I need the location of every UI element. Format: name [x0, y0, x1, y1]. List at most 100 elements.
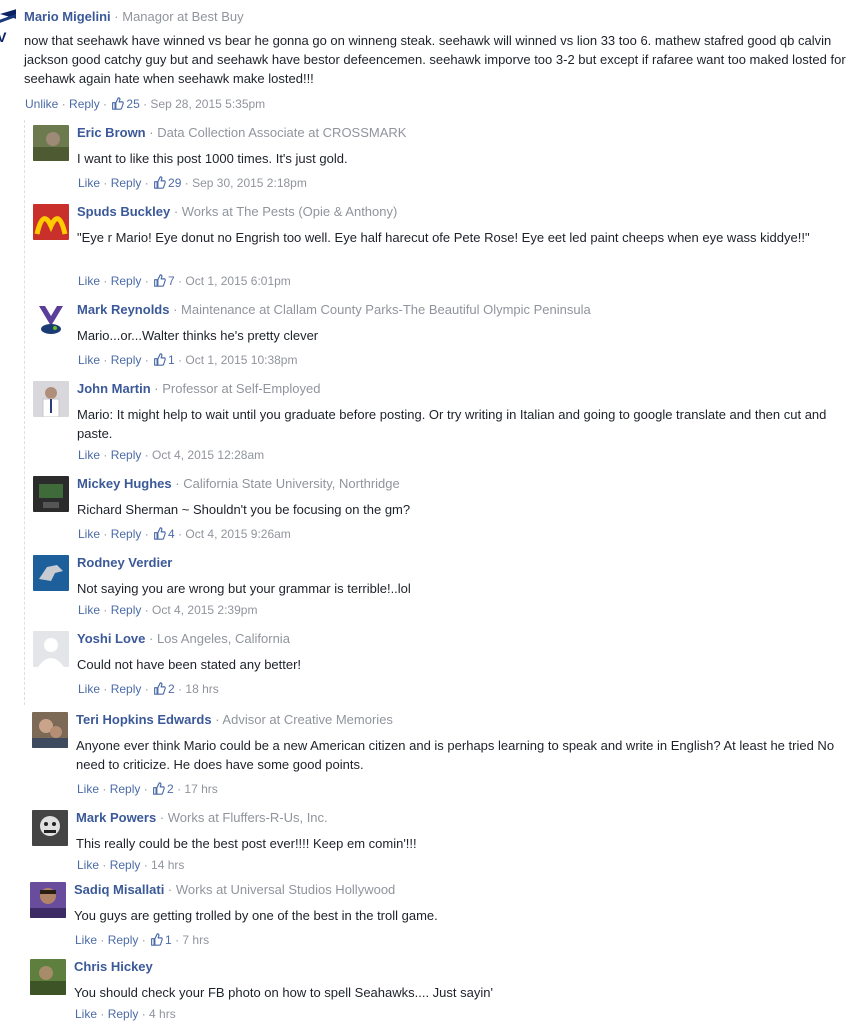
author-name[interactable]: Mario Migelini — [24, 9, 111, 24]
comment-text: Mario...or...Walter thinks he's pretty c… — [77, 328, 319, 343]
thumbs-up-icon[interactable] — [153, 527, 166, 540]
comment-text: You should check your FB photo on how to… — [74, 985, 493, 1000]
thumbs-up-icon[interactable] — [153, 176, 166, 189]
timestamp[interactable]: Oct 4, 2015 12:28am — [152, 448, 264, 462]
reply-link[interactable]: Reply — [111, 274, 142, 288]
author-title: Professor at Self-Employed — [162, 381, 321, 396]
avatar[interactable] — [30, 959, 66, 995]
like-link[interactable]: Like — [78, 448, 100, 462]
reply-link[interactable]: Reply — [69, 97, 100, 111]
author-name[interactable]: John Martin — [77, 381, 151, 396]
author-title: Maintenance at Clallam County Parks-The … — [181, 302, 591, 317]
timestamp[interactable]: 14 hrs — [151, 858, 184, 872]
unlike-link[interactable]: Unlike — [25, 97, 58, 111]
like-count[interactable]: 4 — [168, 527, 175, 541]
reply-link[interactable]: Reply — [110, 858, 141, 872]
author-name[interactable]: Teri Hopkins Edwards — [76, 712, 212, 727]
author-name[interactable]: Mickey Hughes — [77, 476, 172, 491]
reply-link[interactable]: Reply — [111, 682, 142, 696]
comment-header: Yoshi Love · Los Angeles, California — [77, 631, 290, 647]
timestamp[interactable]: Oct 4, 2015 2:39pm — [152, 603, 257, 617]
author-name[interactable]: Mark Powers — [76, 810, 156, 825]
timestamp[interactable]: Oct 1, 2015 6:01pm — [185, 274, 290, 288]
reply-link[interactable]: Reply — [108, 933, 139, 947]
author-name[interactable]: Sadiq Misallati — [74, 882, 164, 897]
like-link[interactable]: Like — [75, 933, 97, 947]
like-link[interactable]: Like — [77, 858, 99, 872]
avatar[interactable] — [32, 712, 68, 748]
avatar[interactable] — [33, 555, 69, 591]
thumbs-up-icon[interactable] — [111, 97, 125, 110]
like-count[interactable]: 7 — [168, 274, 175, 288]
like-count[interactable]: 25 — [126, 97, 139, 111]
timestamp[interactable]: 7 hrs — [182, 933, 209, 947]
comment-header: Sadiq Misallati · Works at Universal Stu… — [74, 882, 395, 898]
reply-link[interactable]: Reply — [111, 527, 142, 541]
separator-dot: · — [169, 302, 182, 317]
separator-dot: · — [141, 176, 153, 190]
thumbs-up-icon[interactable] — [153, 353, 166, 366]
timestamp[interactable]: 18 hrs — [185, 682, 218, 696]
reply-link[interactable]: Reply — [111, 448, 142, 462]
comment-actions: Like · Reply · 14 hrs — [77, 857, 184, 873]
author-title: California State University, Northridge — [183, 476, 400, 491]
separator-dot: · — [145, 125, 158, 140]
separator-dot: · — [141, 274, 153, 288]
avatar[interactable] — [33, 204, 69, 240]
timestamp[interactable]: 4 hrs — [149, 1007, 176, 1021]
like-count[interactable]: 2 — [167, 782, 174, 796]
reply-link[interactable]: Reply — [111, 603, 142, 617]
like-link[interactable]: Like — [78, 527, 100, 541]
author-title: Data Collection Associate at CROSSMARK — [157, 125, 407, 140]
comment-header: Eric Brown · Data Collection Associate a… — [77, 125, 406, 141]
comment-header: John Martin · Professor at Self-Employed — [77, 381, 320, 397]
reply-link[interactable]: Reply — [111, 176, 142, 190]
author-name[interactable]: Chris Hickey — [74, 959, 153, 974]
like-link[interactable]: Like — [78, 603, 100, 617]
author-name[interactable]: Eric Brown — [77, 125, 146, 140]
timestamp[interactable]: Sep 30, 2015 2:18pm — [192, 176, 307, 190]
timestamp[interactable]: Oct 1, 2015 10:38pm — [185, 353, 297, 367]
like-link[interactable]: Like — [77, 782, 99, 796]
like-count[interactable]: 1 — [165, 933, 172, 947]
author-name[interactable]: Rodney Verdier — [77, 555, 172, 570]
reply-link[interactable]: Reply — [110, 782, 141, 796]
avatar[interactable] — [33, 476, 69, 512]
timestamp[interactable]: 17 hrs — [184, 782, 217, 796]
separator-dot: · — [140, 858, 152, 872]
comment-header: Spuds Buckley · Works at The Pests (Opie… — [77, 204, 397, 220]
reply-link[interactable]: Reply — [108, 1007, 139, 1021]
separator-dot: · — [170, 204, 182, 219]
avatar[interactable] — [33, 381, 69, 417]
like-link[interactable]: Like — [78, 176, 100, 190]
timestamp[interactable]: Sep 28, 2015 5:35pm — [150, 97, 265, 111]
thumbs-up-icon[interactable] — [152, 782, 165, 795]
author-name[interactable]: Mark Reynolds — [77, 302, 169, 317]
avatar[interactable] — [33, 302, 69, 338]
like-link[interactable]: Like — [78, 682, 100, 696]
separator-dot: · — [174, 274, 186, 288]
avatar[interactable] — [33, 631, 69, 667]
avatar[interactable] — [33, 125, 69, 161]
like-link[interactable]: Like — [75, 1007, 97, 1021]
thumbs-up-icon[interactable] — [150, 933, 163, 946]
author-name[interactable]: Spuds Buckley — [77, 204, 170, 219]
avatar[interactable] — [30, 882, 66, 918]
thumbs-up-icon[interactable] — [153, 682, 166, 695]
timestamp[interactable]: Oct 4, 2015 9:26am — [185, 527, 290, 541]
comment-text: now that seehawk have winned vs bear he … — [24, 33, 846, 86]
author-title: Works at Universal Studios Hollywood — [175, 882, 396, 897]
like-count[interactable]: 2 — [168, 682, 175, 696]
comment-actions: Like · Reply · 29 · Sep 30, 2015 2:18pm — [78, 175, 307, 191]
comment-text: "Eye r Mario! Eye donut no Engrish too w… — [77, 230, 810, 245]
like-count[interactable]: 29 — [168, 176, 181, 190]
like-link[interactable]: Like — [78, 274, 100, 288]
like-link[interactable]: Like — [78, 353, 100, 367]
avatar[interactable]: AV — [0, 6, 16, 42]
like-count[interactable]: 1 — [168, 353, 175, 367]
separator-dot: · — [141, 527, 153, 541]
author-name[interactable]: Yoshi Love — [77, 631, 145, 646]
thumbs-up-icon[interactable] — [153, 274, 166, 287]
reply-link[interactable]: Reply — [111, 353, 142, 367]
avatar[interactable] — [32, 810, 68, 846]
